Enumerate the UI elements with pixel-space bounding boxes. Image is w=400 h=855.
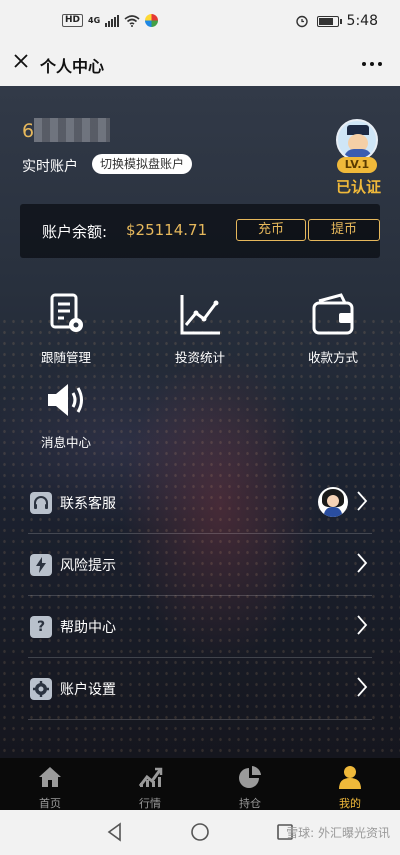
watermark: 雪球: 外汇曝光资讯 (286, 826, 390, 840)
more-dots-icon (362, 62, 382, 66)
menu-account-settings[interactable]: 账户设置 (28, 658, 372, 720)
balance-value: $25114.71 (126, 221, 208, 239)
speaker-icon (48, 384, 83, 416)
tab-market[interactable]: 行情 (100, 758, 200, 810)
market-chart-icon (138, 767, 163, 787)
level-badge: LV.1 (337, 157, 377, 173)
grid-label: 收款方式 (307, 350, 358, 365)
page-title: 个人中心 (40, 57, 105, 76)
network-label: 4G (88, 16, 101, 25)
battery-icon (316, 15, 342, 27)
switch-demo-account-button[interactable]: 切换模拟盘账户 (92, 154, 193, 174)
user-icon (339, 766, 361, 789)
real-account-label: 实时账户 (22, 159, 78, 175)
profile-main: 6 实时账户 切换模拟盘账户 LV.1 已认证 账户余额: $25114.71 … (0, 86, 400, 758)
status-left: HD 4G (62, 14, 159, 27)
grid-label: 投资统计 (174, 350, 225, 365)
grid-label: 消息中心 (40, 435, 91, 450)
grid-label: 跟随管理 (40, 350, 91, 365)
wifi-icon (124, 14, 140, 27)
grid-follow-management[interactable]: 跟随管理 (21, 291, 111, 366)
chevron-right-icon (357, 491, 368, 511)
account-number: 6 (22, 120, 35, 142)
lightning-icon (30, 554, 52, 576)
tab-label: 行情 (139, 797, 161, 810)
grid-payment-method[interactable]: 收款方式 (288, 291, 378, 366)
wallet-icon (312, 293, 354, 335)
tab-home[interactable]: 首页 (0, 758, 100, 810)
menu-label: 风险提示 (60, 558, 116, 574)
bottom-tab-bar: 首页 行情 持仓 我的 (0, 758, 400, 810)
grid-message-center[interactable]: 消息中心 (21, 376, 111, 451)
tab-mine[interactable]: 我的 (300, 758, 400, 810)
back-triangle-icon[interactable] (104, 821, 126, 843)
hd-indicator: HD (62, 14, 84, 27)
menu-label: 帮助中心 (60, 620, 116, 636)
tab-label: 我的 (339, 797, 361, 810)
alarm-icon (295, 15, 308, 28)
tab-label: 持仓 (239, 797, 261, 810)
deposit-button[interactable]: 充币 (236, 219, 306, 241)
system-nav-bar: 雪球: 外汇曝光资讯 (0, 810, 400, 855)
home-circle-icon[interactable] (189, 821, 211, 843)
question-icon: ? (30, 616, 52, 638)
support-agent-avatar (318, 487, 348, 517)
tab-positions[interactable]: 持仓 (200, 758, 300, 810)
app-notification-icon (145, 14, 159, 27)
menu-label: 账户设置 (60, 682, 116, 698)
menu-contact-support[interactable]: 联系客服 (28, 472, 372, 534)
chevron-right-icon (357, 553, 368, 573)
menu-label: 联系客服 (60, 496, 116, 512)
account-number-mask (34, 118, 110, 142)
more-menu-button[interactable] (360, 50, 384, 79)
chevron-right-icon (357, 615, 368, 635)
balance-label: 账户余额: (42, 223, 108, 241)
tab-label: 首页 (39, 797, 61, 810)
nav-bar: 个人中心 (0, 44, 400, 86)
clock: 5:48 (346, 13, 378, 29)
chevron-right-icon (357, 677, 368, 697)
line-chart-icon (180, 295, 220, 335)
status-bar: HD 4G 5:48 (0, 0, 400, 44)
document-gear-icon (50, 293, 83, 332)
status-right: 5:48 (295, 13, 378, 29)
settings-icon (30, 678, 52, 700)
menu-help-center[interactable]: ? 帮助中心 (28, 596, 372, 658)
user-avatar-block[interactable]: LV.1 (334, 119, 380, 173)
withdraw-button[interactable]: 提币 (308, 219, 380, 241)
signal-icon (105, 14, 120, 27)
verified-label: 已认证 (336, 178, 382, 196)
balance-card: 账户余额: $25114.71 充币 提币 (20, 204, 380, 258)
avatar (336, 119, 378, 161)
menu-risk-notice[interactable]: 风险提示 (28, 534, 372, 596)
headset-icon (30, 492, 52, 514)
pie-chart-icon (239, 766, 261, 788)
grid-investment-stats[interactable]: 投资统计 (155, 291, 245, 366)
close-icon[interactable] (10, 52, 32, 74)
home-icon (39, 767, 61, 787)
